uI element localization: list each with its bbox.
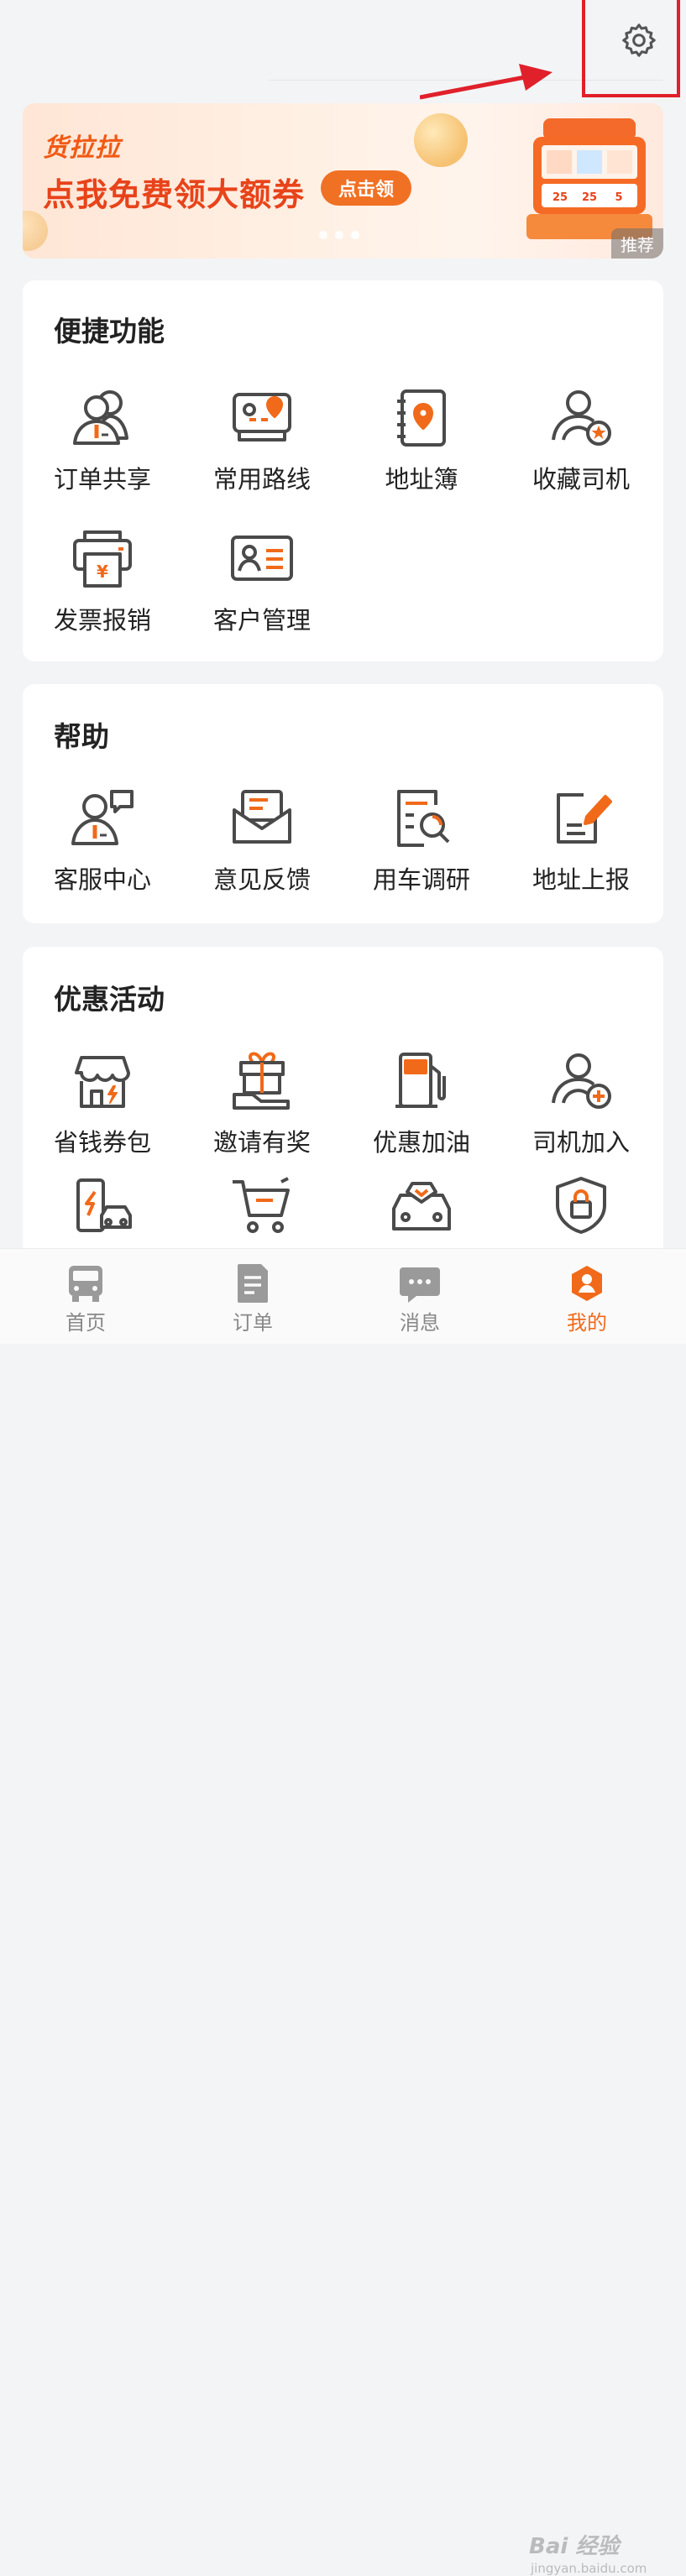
item-label: 意见反馈 (212, 865, 311, 894)
tab-label: 订单 (233, 1311, 273, 1335)
tab-label: 首页 (65, 1311, 106, 1335)
carousel-dot[interactable] (319, 231, 327, 239)
route-map-icon (233, 393, 291, 442)
item-label: 用车调研 (372, 865, 470, 894)
quick-functions-card: 便捷功能 订单共享 常用路线 地址簿 收藏司机 ¥ 发票报销 客户管理 (23, 280, 663, 661)
tab-home[interactable]: 首页 (23, 1249, 149, 1344)
promo-item-fuel[interactable]: 优惠加油 (342, 1051, 501, 1158)
recommend-tag: 推荐 (611, 228, 663, 259)
quick-item-invoice[interactable]: ¥ 发票报销 (23, 529, 182, 636)
help-item-survey[interactable]: 用车调研 (342, 788, 501, 896)
coin-icon (23, 211, 48, 251)
section-title: 优惠活动 (54, 983, 165, 1016)
message-bubble-icon (400, 1267, 440, 1303)
promo-banner[interactable]: 货拉拉 点我免费领大额券 点击领 25 25 5 推荐 (23, 103, 663, 259)
carousel-dot-active[interactable] (351, 231, 359, 239)
tab-label: 我的 (567, 1311, 607, 1335)
order-doc-icon (238, 1264, 268, 1303)
tab-orders[interactable]: 订单 (190, 1249, 316, 1344)
help-item-address-report[interactable]: 地址上报 (501, 788, 661, 896)
tab-profile[interactable]: 我的 (524, 1249, 650, 1344)
promo-item-invite[interactable]: 邀请有奖 (182, 1051, 342, 1158)
fuel-pump-icon (395, 1053, 446, 1108)
address-book-icon (397, 389, 446, 447)
item-label: 地址簿 (385, 465, 458, 494)
carousel-dots (319, 231, 359, 239)
order-share-icon (73, 390, 128, 445)
charging-car-icon (76, 1178, 132, 1232)
item-label: 客服中心 (53, 865, 151, 894)
profile-icon (572, 1266, 602, 1301)
coupon-shop-icon (75, 1056, 130, 1108)
section-title: 帮助 (54, 720, 109, 753)
bottom-tab-bar: 首页 订单 消息 我的 Bai 经验 jingyan.baidu.com (0, 1248, 686, 2576)
carousel-dot[interactable] (335, 231, 343, 239)
quick-item-routes[interactable]: 常用路线 (182, 388, 342, 495)
annotation-arrow-icon (420, 64, 552, 100)
quick-item-favorite-driver[interactable]: 收藏司机 (501, 388, 661, 495)
promo-item-shopping[interactable] (182, 1175, 342, 1236)
brand-logo: 货拉拉 (43, 133, 121, 163)
promo-item-charging[interactable] (23, 1175, 182, 1236)
promo-item-security[interactable] (501, 1175, 661, 1236)
security-lock-icon (556, 1177, 606, 1234)
coin-icon (414, 113, 468, 167)
item-label: 订单共享 (53, 465, 151, 494)
item-label: 邀请有奖 (212, 1128, 311, 1157)
slot-machine-icon: 25 25 5 (526, 118, 652, 239)
watermark-url: jingyan.baidu.com (531, 2561, 647, 2576)
banner-title: 点我免费领大额券 (43, 176, 306, 213)
slot-value: 25 (552, 191, 568, 204)
item-label: 常用路线 (212, 465, 311, 494)
item-label: 客户管理 (212, 606, 311, 635)
item-label: 优惠加油 (372, 1128, 470, 1157)
feedback-mail-icon (233, 790, 291, 844)
shopping-cart-icon (233, 1177, 290, 1233)
watermark-logo: Bai 经验 (529, 2534, 620, 2559)
claim-button[interactable]: 点击领 (321, 170, 411, 206)
invoice-printer-icon: ¥ (73, 530, 132, 588)
favorite-driver-icon (552, 390, 611, 446)
help-card: 帮助 客服中心 意见反馈 用车调研 地址上报 (23, 684, 663, 923)
tab-label: 消息 (400, 1311, 440, 1335)
quick-item-customer-mgmt[interactable]: 客户管理 (182, 529, 342, 636)
truck-icon (69, 1266, 102, 1302)
promo-item-car-care[interactable] (342, 1175, 501, 1236)
help-item-customer-service[interactable]: 客服中心 (23, 788, 182, 896)
help-item-feedback[interactable]: 意见反馈 (182, 788, 342, 896)
driver-join-icon (552, 1053, 611, 1109)
item-label: 地址上报 (532, 865, 630, 894)
section-title: 便捷功能 (54, 315, 165, 347)
slot-value: 25 (582, 191, 597, 204)
promo-item-driver-join[interactable]: 司机加入 (501, 1051, 661, 1158)
item-label: 司机加入 (532, 1128, 630, 1157)
customer-card-icon (231, 536, 293, 581)
svg-text:¥: ¥ (97, 562, 108, 582)
car-heart-icon (392, 1182, 451, 1231)
item-label: 省钱券包 (53, 1128, 151, 1157)
customer-service-icon (71, 790, 134, 845)
quick-item-address-book[interactable]: 地址簿 (342, 388, 501, 495)
item-label: 收藏司机 (532, 465, 630, 494)
survey-search-icon (397, 790, 450, 847)
promotions-card: 优惠活动 省钱券包 邀请有奖 优惠加油 司机加入 (23, 947, 663, 1283)
gift-invite-icon (233, 1052, 290, 1110)
promo-item-coupons[interactable]: 省钱券包 (23, 1051, 182, 1158)
annotation-highlight-box (582, 0, 680, 97)
slot-value: 5 (615, 191, 622, 204)
address-report-icon (557, 793, 612, 844)
tab-messages[interactable]: 消息 (357, 1249, 483, 1344)
quick-item-order-share[interactable]: 订单共享 (23, 388, 182, 495)
item-label: 发票报销 (53, 606, 151, 635)
